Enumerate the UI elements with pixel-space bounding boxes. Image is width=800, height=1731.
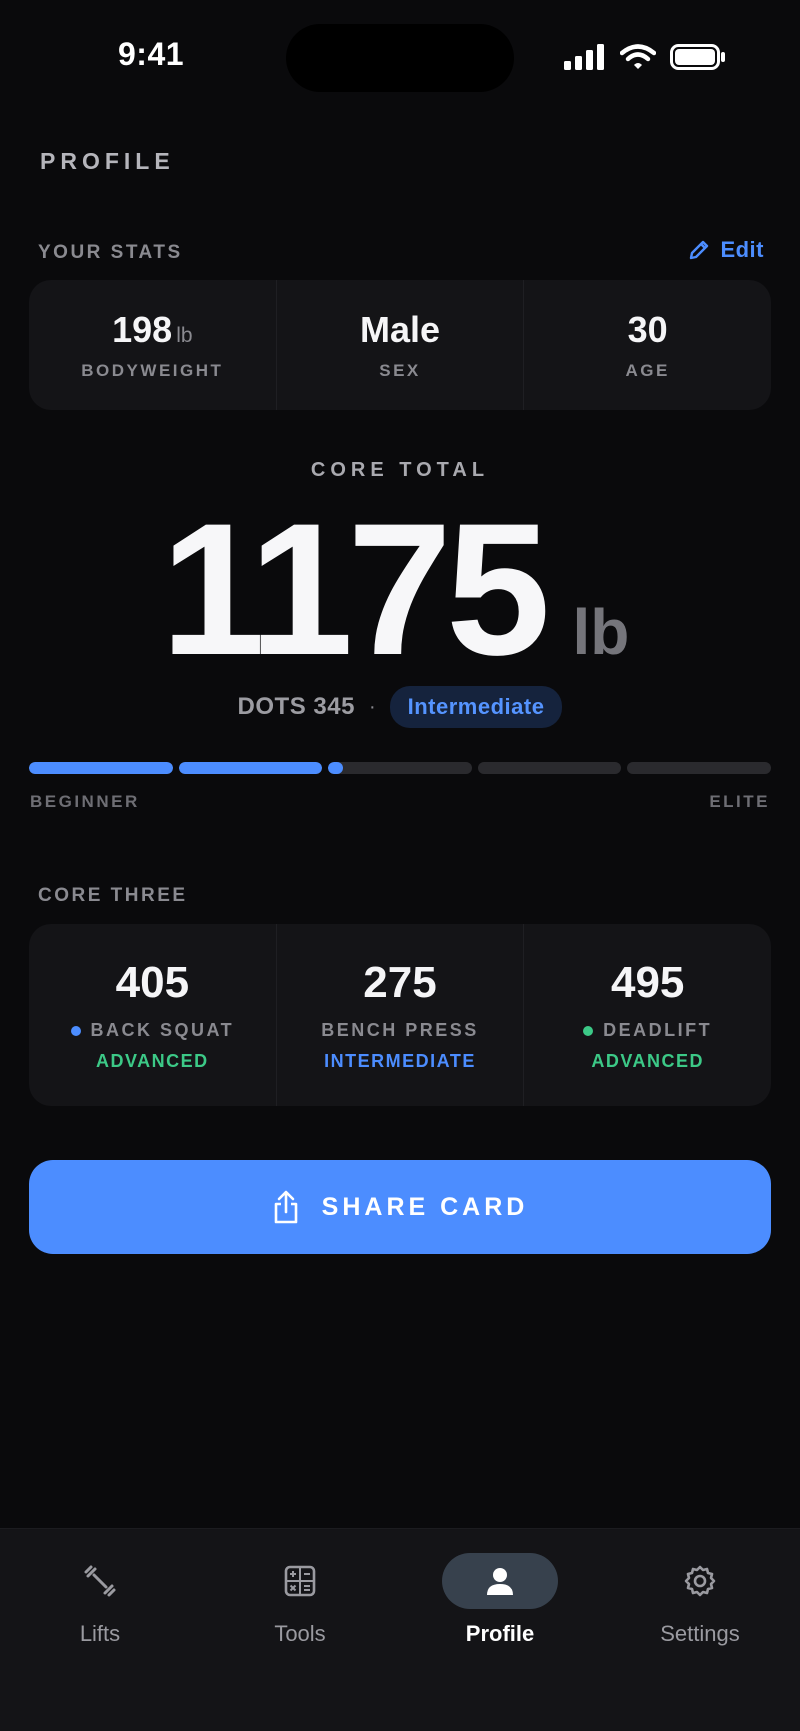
tab-lifts[interactable]: Lifts [0, 1529, 200, 1669]
lift-value: 405 [115, 958, 190, 1007]
tab-settings[interactable]: Settings [600, 1529, 800, 1669]
progress-fill [328, 762, 343, 774]
core-three-card: 405 BACK SQUAT ADVANCED 275 BENCH PRESS … [29, 924, 771, 1106]
lift-deadlift[interactable]: 495 DEADLIFT ADVANCED [524, 924, 771, 1106]
lift-level: INTERMEDIATE [324, 1051, 476, 1071]
tab-label: Settings [660, 1621, 740, 1646]
battery-icon [670, 44, 725, 70]
progress-fill [178, 762, 323, 774]
tab-icon-wrap [42, 1553, 158, 1609]
stat-bodyweight-unit: lb [176, 324, 193, 347]
lift-name-row: BACK SQUAT [70, 1020, 235, 1041]
tab-bar: Lifts Tools Profile Settings [0, 1528, 800, 1731]
share-card-button[interactable]: SHARE CARD [29, 1160, 771, 1254]
lift-name: DEADLIFT [603, 1020, 713, 1040]
tab-icon-wrap [242, 1553, 358, 1609]
calculator-icon [284, 1565, 316, 1597]
stat-sex-value: Male [359, 309, 441, 350]
stats-card: 198 lb BODYWEIGHT Male SEX 30 AGE [29, 280, 771, 410]
stat-age[interactable]: 30 AGE [524, 280, 771, 410]
lift-name: BACK SQUAT [90, 1020, 235, 1040]
status-time: 9:41 [118, 36, 185, 72]
lift-name: BENCH PRESS [321, 1020, 479, 1040]
lift-value: 495 [610, 958, 685, 1007]
stat-bodyweight-label: BODYWEIGHT [81, 361, 224, 380]
status-icons [564, 44, 726, 70]
dots-row: DOTS 345 · Intermediate [0, 686, 800, 728]
tab-profile[interactable]: Profile [400, 1529, 600, 1669]
person-icon [487, 1568, 513, 1595]
lift-bench-press[interactable]: 275 BENCH PRESS INTERMEDIATE [277, 924, 525, 1106]
progress-segment [328, 762, 472, 774]
lift-name-row: BENCH PRESS [321, 1020, 479, 1041]
tab-label: Profile [465, 1621, 535, 1646]
lift-name-row: DEADLIFT [583, 1020, 712, 1041]
core-total-unit: lb [572, 596, 630, 668]
progress-segment [477, 762, 622, 774]
core-three-heading: CORE THREE [38, 885, 188, 906]
stat-bodyweight-value: 198 [112, 309, 173, 350]
lift-color-dot [583, 1025, 594, 1036]
dots-separator: · [368, 695, 376, 718]
your-stats-heading: YOUR STATS [38, 242, 183, 263]
stat-age-label: AGE [625, 361, 670, 380]
cellular-signal-icon [564, 44, 604, 70]
pencil-icon [690, 240, 709, 260]
stat-bodyweight-value-row: 198 lb [112, 309, 192, 351]
stat-bodyweight[interactable]: 198 lb BODYWEIGHT [29, 280, 277, 410]
share-icon [274, 1190, 297, 1224]
core-total-value: 1175 [160, 484, 551, 694]
lift-color-dot [70, 1025, 81, 1036]
tab-icon-wrap [442, 1553, 558, 1609]
progress-segment [29, 762, 173, 774]
lift-level: ADVANCED [96, 1051, 209, 1071]
gear-icon [684, 1565, 716, 1597]
progress-segment [627, 762, 771, 774]
tab-icon-wrap [642, 1553, 758, 1609]
core-total-heading: CORE TOTAL [310, 459, 490, 481]
dynamic-island [286, 24, 514, 92]
page-title: PROFILE [40, 148, 175, 174]
share-card-label: SHARE CARD [321, 1192, 529, 1221]
edit-label: Edit [720, 237, 764, 262]
progress-end-label: ELITE [709, 792, 770, 811]
tab-label: Tools [274, 1621, 326, 1646]
tab-label: Lifts [79, 1621, 121, 1646]
core-total-display: 1175 lb [0, 495, 800, 683]
wifi-icon [620, 44, 656, 69]
level-badge: Intermediate [389, 686, 563, 728]
stat-sex[interactable]: Male SEX [277, 280, 525, 410]
lift-value: 275 [363, 958, 437, 1007]
stat-age-value: 30 [627, 309, 668, 350]
progress-start-label: BEGINNER [30, 792, 140, 811]
lift-back-squat[interactable]: 405 BACK SQUAT ADVANCED [29, 924, 277, 1106]
stat-sex-label: SEX [379, 361, 421, 380]
dumbbell-icon [84, 1565, 116, 1597]
progress-fill [29, 762, 173, 774]
dots-score: DOTS 345 [237, 693, 355, 720]
tab-tools[interactable]: Tools [200, 1529, 400, 1669]
edit-stats-button[interactable]: Edit [688, 237, 764, 263]
progress-segment [178, 762, 323, 774]
strength-level-progress [29, 762, 771, 774]
lift-level: ADVANCED [591, 1051, 705, 1071]
